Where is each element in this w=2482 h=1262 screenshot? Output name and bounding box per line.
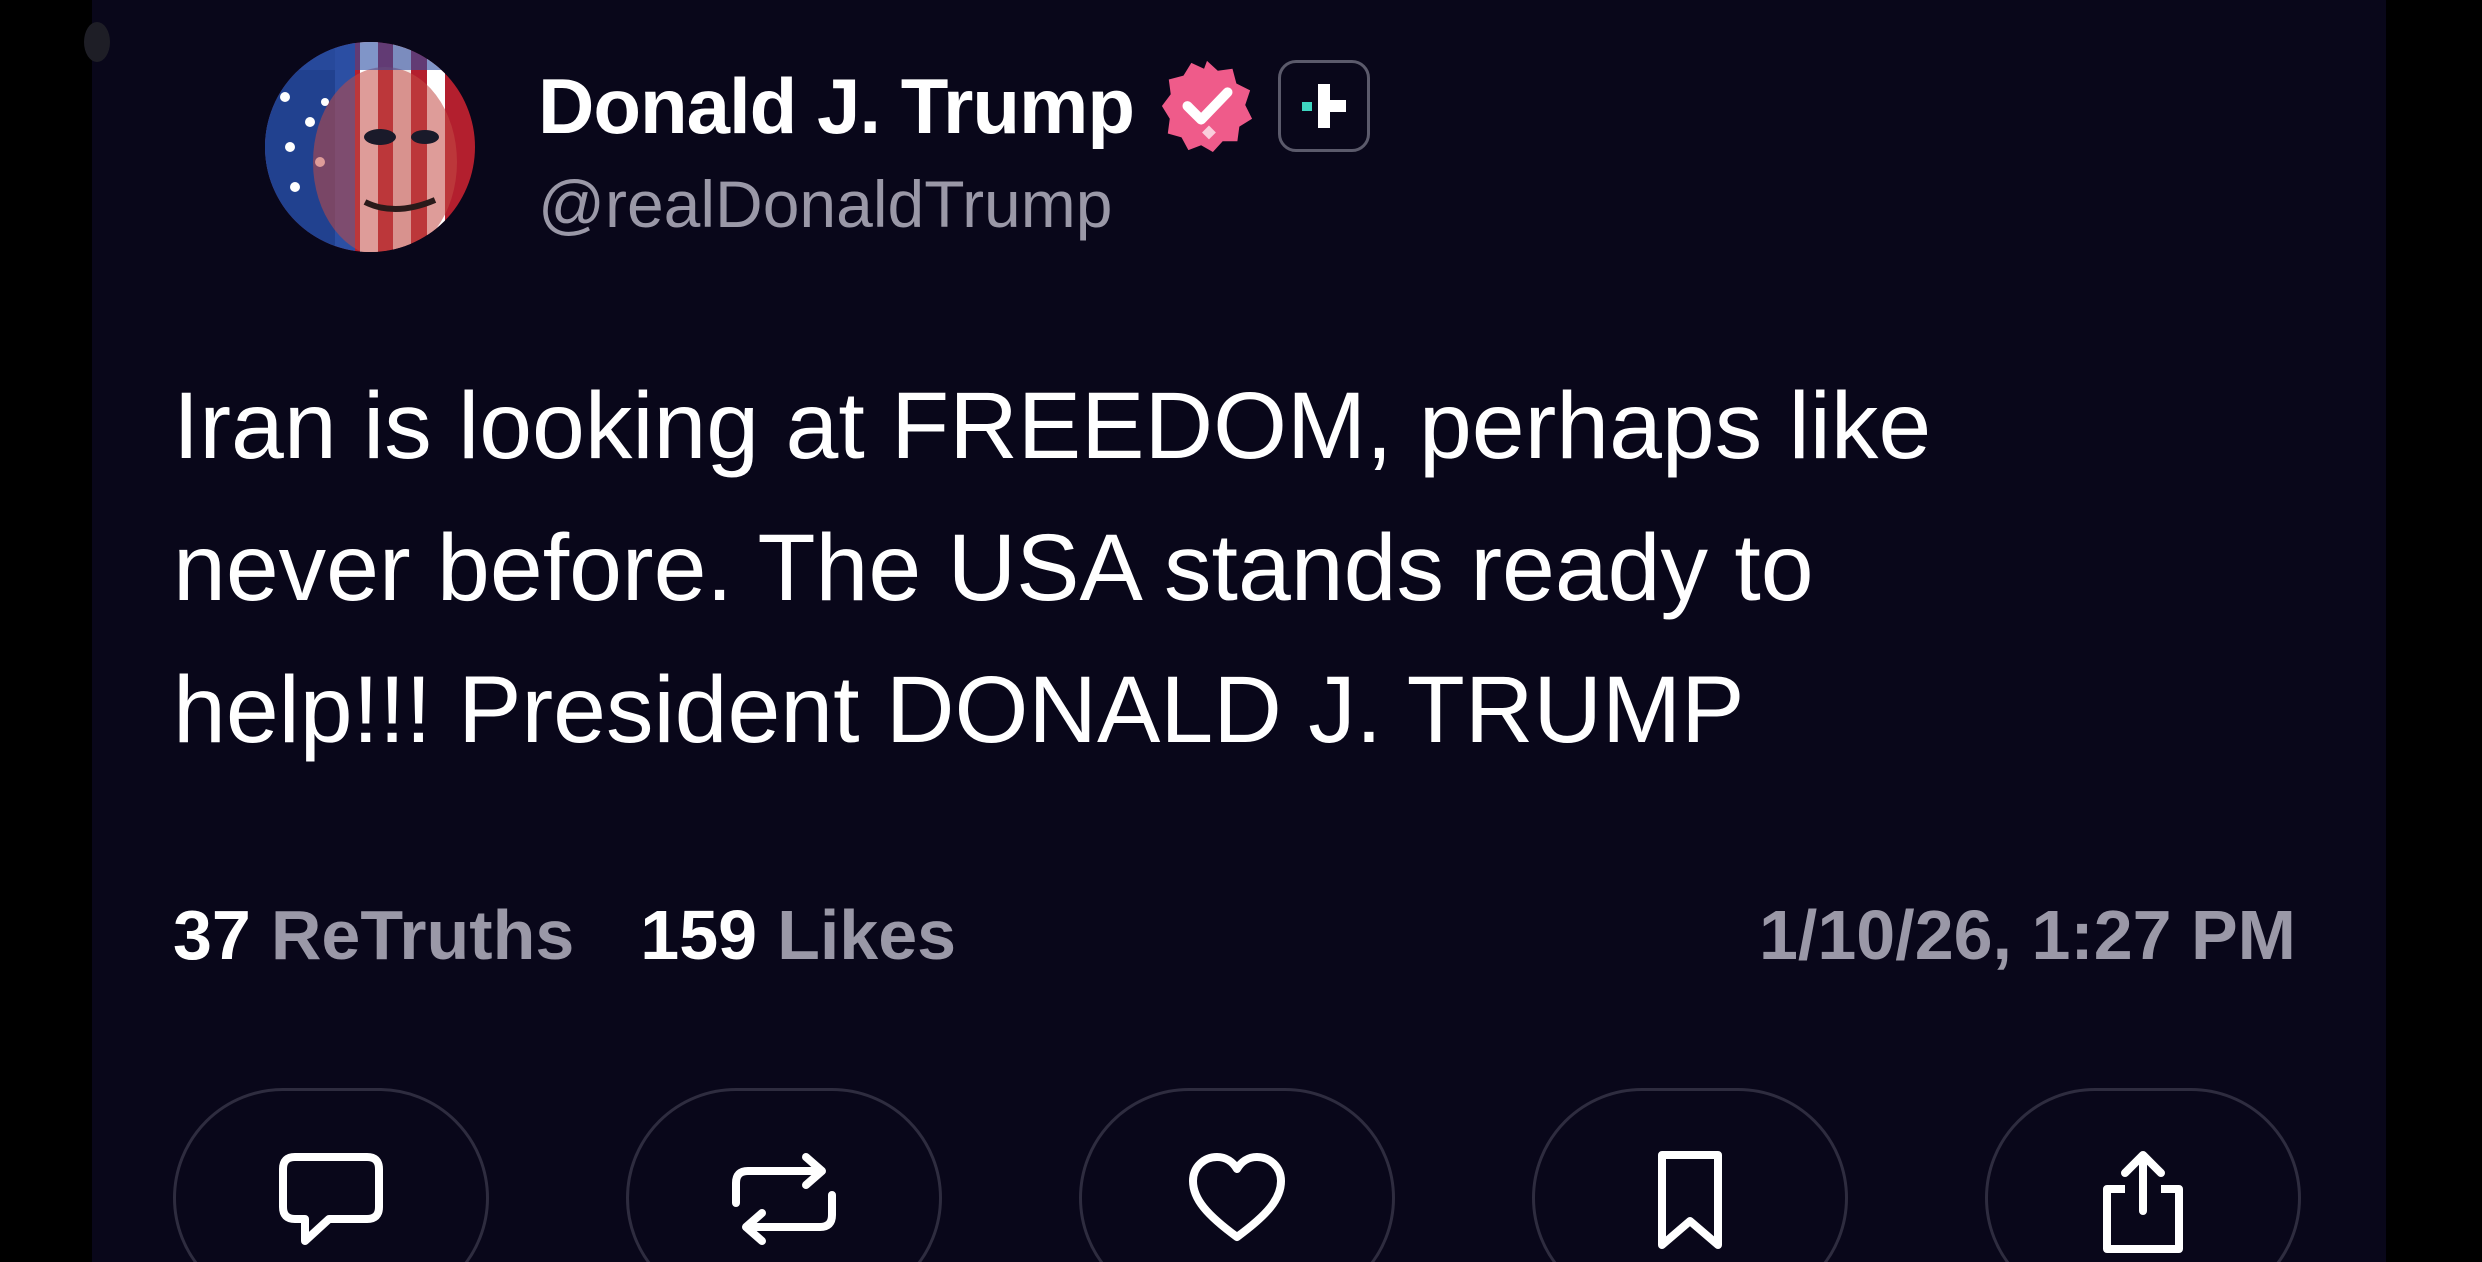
post-stats: 37 ReTruths 159 Likes	[173, 890, 1022, 980]
likes-label: Likes	[777, 896, 957, 974]
likes-count: 159	[640, 896, 758, 974]
verified-badge-icon	[1161, 60, 1253, 153]
share-icon	[2103, 1151, 2183, 1253]
avatar[interactable]	[265, 42, 475, 252]
author-name-row: Donald J. Trump	[538, 56, 1371, 156]
retruth-button[interactable]	[626, 1088, 942, 1262]
post-timestamp: 1/10/26, 1:27 PM	[1759, 896, 2296, 974]
retruths-label: ReTruths	[270, 896, 575, 974]
like-icon	[1189, 1153, 1285, 1241]
avatar-flag-portrait	[265, 42, 475, 252]
retruths-stat[interactable]: 37 ReTruths	[173, 895, 574, 975]
retruths-count: 37	[173, 896, 251, 974]
corner-mark	[84, 22, 110, 62]
author-handle[interactable]: @realDonaldTrump	[538, 166, 1112, 242]
like-button[interactable]	[1079, 1088, 1395, 1262]
reply-button[interactable]	[173, 1088, 489, 1262]
plus-badge-icon	[1278, 60, 1371, 152]
author-display-name[interactable]: Donald J. Trump	[538, 61, 1135, 152]
reply-icon	[279, 1153, 383, 1245]
post-text: Iran is looking at FREEDOM, perhaps like…	[173, 373, 1932, 763]
share-button[interactable]	[1985, 1088, 2301, 1262]
bookmark-button[interactable]	[1532, 1088, 1848, 1262]
bookmark-icon	[1658, 1151, 1722, 1249]
likes-stat[interactable]: 159 Likes	[640, 895, 956, 975]
retruth-icon	[732, 1153, 836, 1245]
